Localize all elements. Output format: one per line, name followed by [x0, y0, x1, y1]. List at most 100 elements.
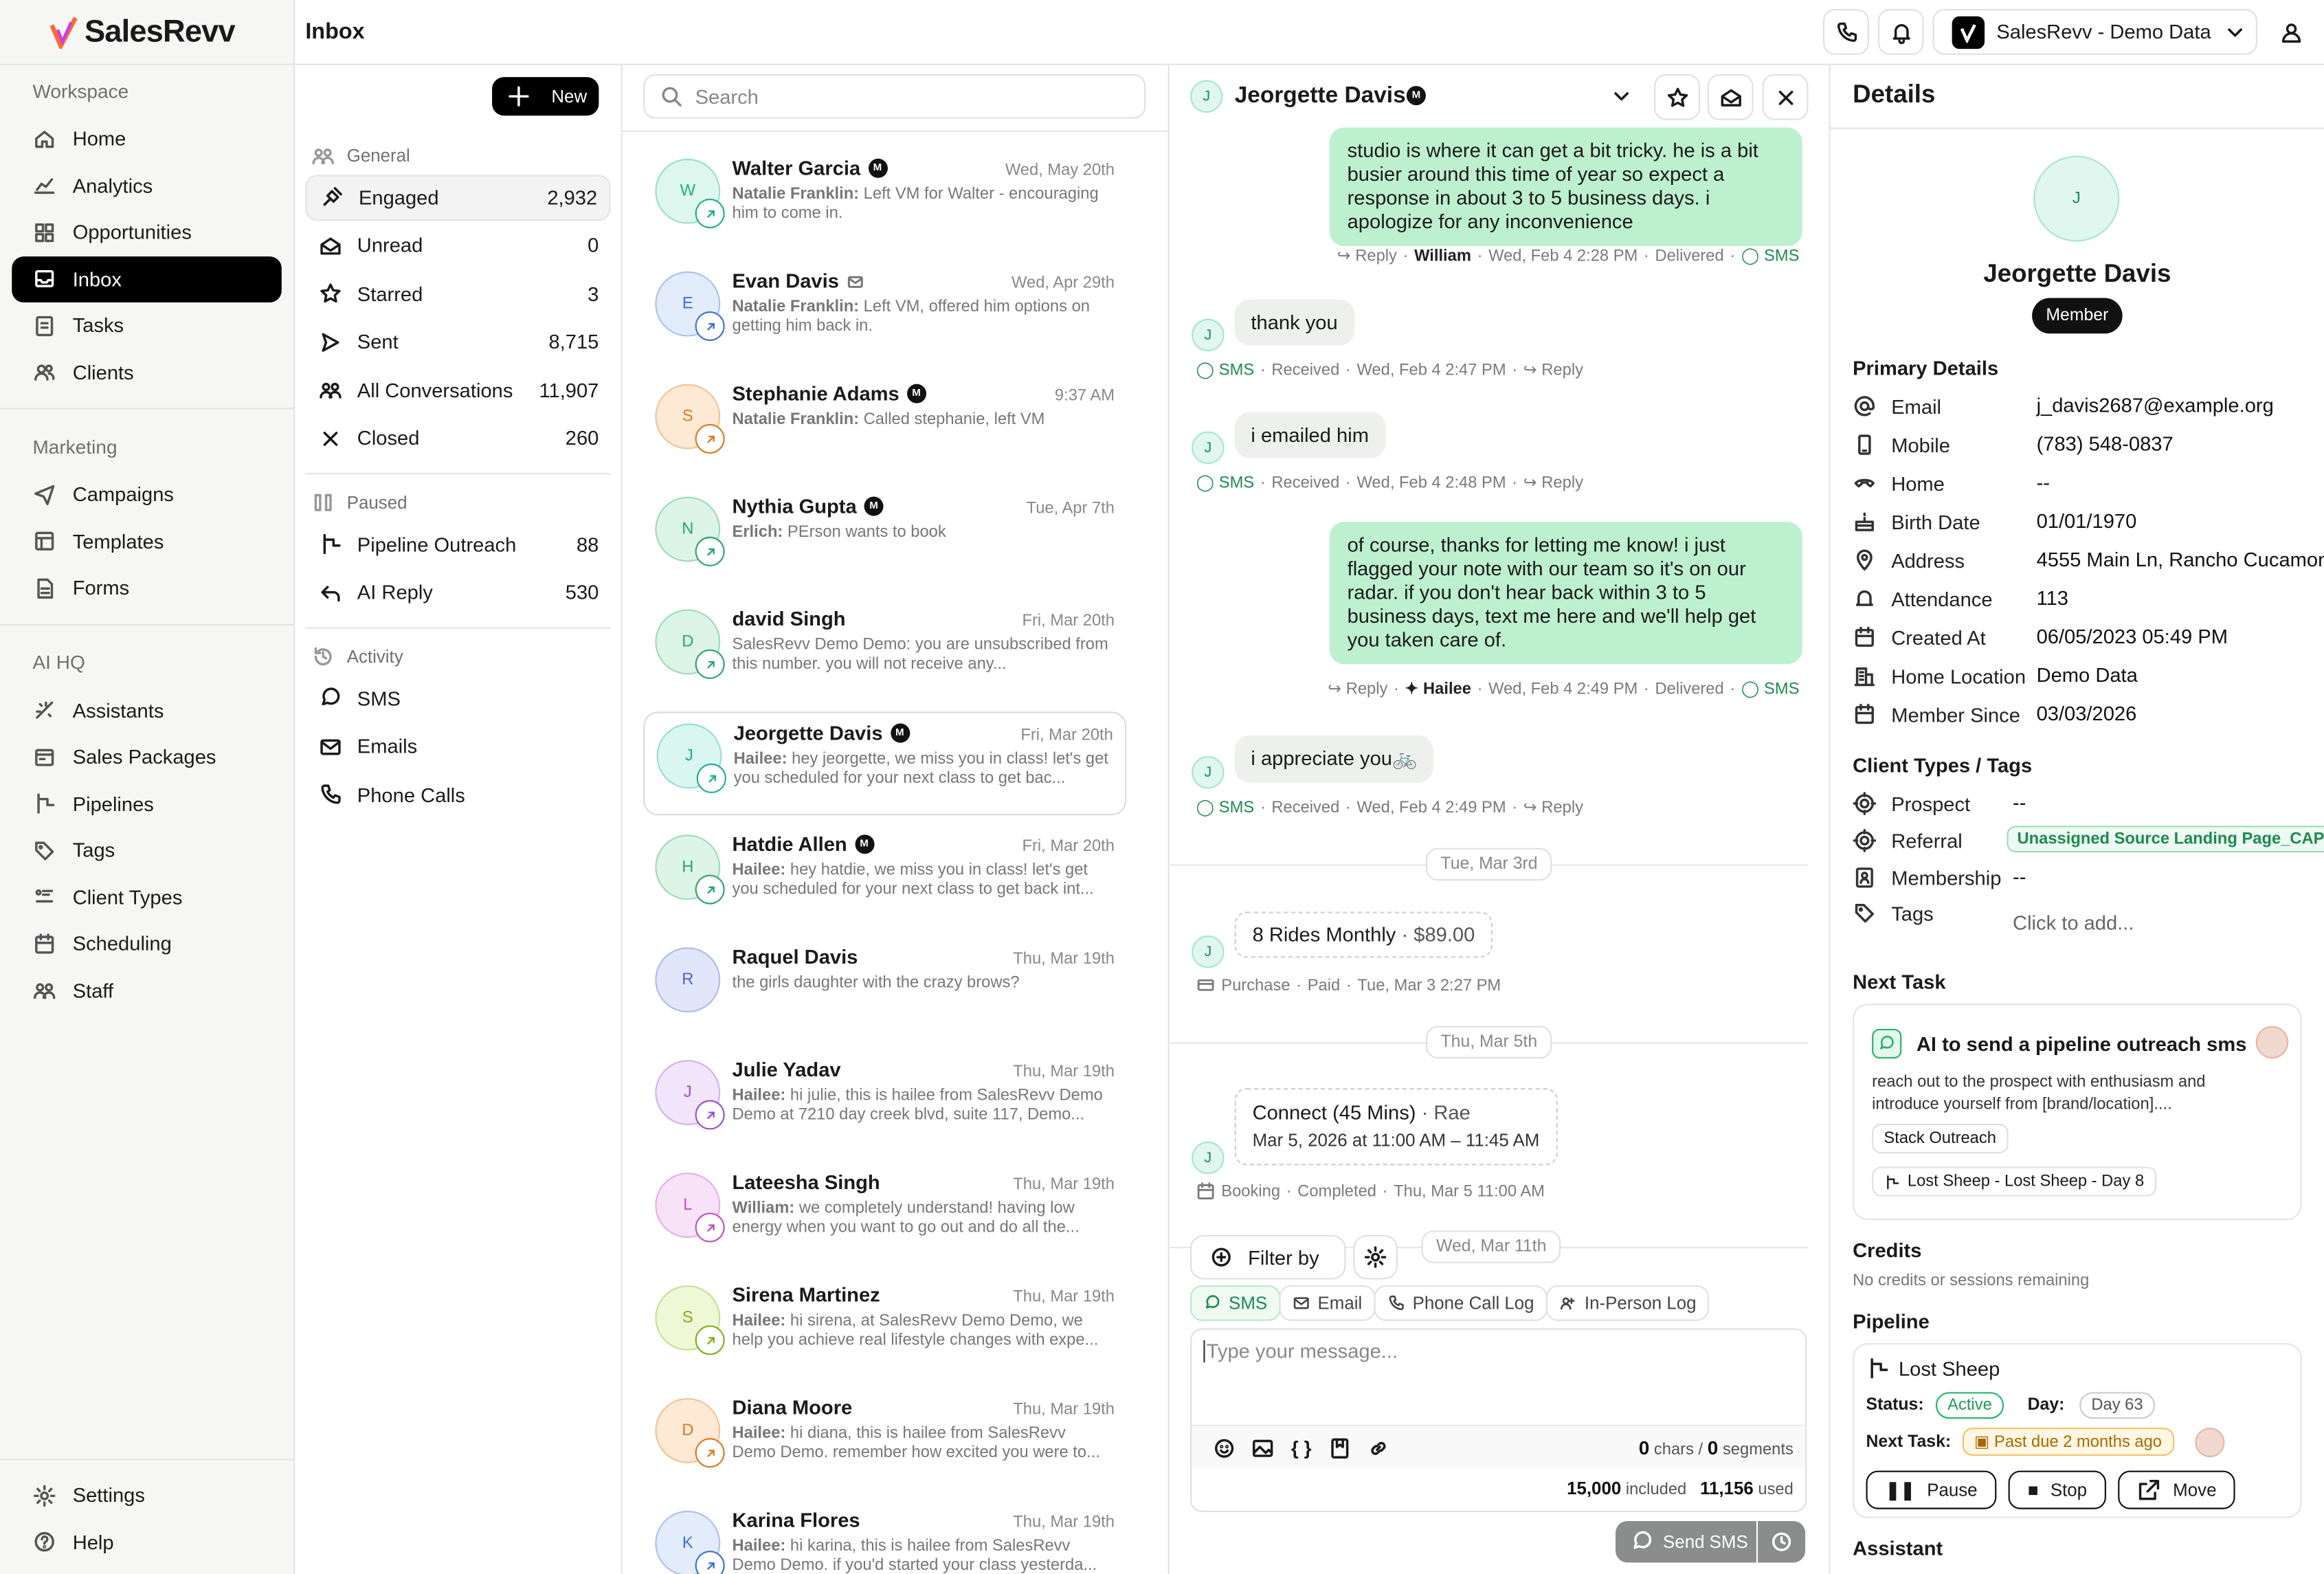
conversation-item[interactable]: J Jeorgette Davis M Fri, Mar 20th Hailee: he… — [643, 711, 1127, 816]
chat-icon — [1203, 1294, 1221, 1312]
tab-email[interactable]: Email — [1279, 1285, 1376, 1321]
sidebar-item-tags[interactable]: Tags — [12, 828, 282, 874]
close-button[interactable] — [1762, 74, 1809, 120]
phone-icon — [1387, 1294, 1405, 1312]
template-icon[interactable] — [1328, 1436, 1352, 1460]
star-button[interactable] — [1654, 74, 1700, 120]
gear-icon — [1363, 1245, 1387, 1270]
field-value[interactable]: Demo Data — [2037, 664, 2138, 686]
sidebar-item-opportunities[interactable]: Opportunities — [12, 209, 282, 256]
sidebar-item-staff[interactable]: Staff — [12, 967, 282, 1014]
card-icon — [1196, 975, 1216, 995]
field-value[interactable]: (783) 548-0837 — [2037, 433, 2174, 455]
conversation-item[interactable]: J Julie Yadav Thu, Mar 19th Hailee: hi juli… — [643, 1050, 1126, 1153]
conversation-name: Walter Garcia M — [733, 157, 887, 179]
sidebar-item-clients[interactable]: Clients — [12, 349, 282, 396]
type-value[interactable]: -- — [2013, 792, 2026, 814]
search-input[interactable]: Search — [643, 74, 1146, 119]
sidebar-item-inbox[interactable]: Inbox — [12, 256, 282, 303]
reply-link[interactable]: ↪ Reply — [1523, 797, 1583, 817]
sidebar-item-analytics[interactable]: Analytics — [12, 162, 282, 209]
section-title: Marketing — [32, 435, 118, 458]
reply-link[interactable]: ↪ Reply — [1328, 679, 1387, 698]
field-value[interactable]: 113 — [2037, 587, 2068, 609]
phone-button[interactable] — [1822, 8, 1869, 55]
reply-link[interactable]: ↪ Reply — [1523, 473, 1583, 492]
sidebar-item-pipelines[interactable]: Pipelines — [12, 781, 282, 828]
move-button[interactable]: Move — [2118, 1470, 2236, 1509]
tab-in-person-log[interactable]: In-Person Log — [1545, 1285, 1710, 1321]
conversation-item[interactable]: S Sirena Martinez Thu, Mar 19th Hailee: hi … — [643, 1275, 1126, 1379]
folder-engaged[interactable]: Engaged 2,932 — [305, 174, 611, 221]
sidebar-item-assistants[interactable]: Assistants — [12, 687, 282, 734]
pause-button[interactable]: ❚❚ Pause — [1866, 1470, 1997, 1509]
chevron-down-icon[interactable] — [1609, 85, 1633, 109]
notifications-button[interactable] — [1877, 8, 1924, 55]
conversation-item[interactable]: D Diana Moore Thu, Mar 19th Hailee: hi dian… — [643, 1388, 1126, 1492]
folder-unread[interactable]: Unread 0 — [305, 223, 610, 269]
send-sms-button[interactable]: Send SMS — [1616, 1520, 1756, 1563]
sidebar-item-sales-packages[interactable]: Sales Packages — [12, 734, 282, 781]
sidebar-item-help[interactable]: Help — [12, 1519, 283, 1566]
account-switcher[interactable]: SalesRevv - Demo Data — [1932, 8, 2257, 55]
conversation-item[interactable]: W Walter Garcia M Wed, May 20th Natalie Fran… — [643, 148, 1126, 252]
folder-closed[interactable]: Closed 260 — [305, 415, 610, 461]
link-icon[interactable] — [1367, 1436, 1391, 1460]
folder-sent[interactable]: Sent 8,715 — [305, 319, 610, 365]
sidebar-item-templates[interactable]: Templates — [12, 518, 282, 565]
emoji-icon[interactable] — [1212, 1436, 1236, 1460]
schedule-send-button[interactable] — [1758, 1520, 1806, 1563]
conversation-item[interactable]: K Karina Flores Thu, Mar 19th Hailee: hi ka… — [643, 1500, 1126, 1574]
mark-read-button[interactable] — [1707, 74, 1754, 120]
sidebar-item-settings[interactable]: Settings — [12, 1472, 283, 1519]
booking-card[interactable]: Connect (45 Mins) · Rae Mar 5, 2026 at 1… — [1234, 1088, 1558, 1166]
reply-link[interactable]: ↪ Reply — [1337, 246, 1397, 265]
pipeline-badge-icon — [695, 1551, 725, 1574]
type-value[interactable]: Click to add... — [2013, 911, 2134, 933]
tab-sms[interactable]: SMS — [1189, 1285, 1281, 1321]
conversation-item[interactable]: L Lateesha Singh Thu, Mar 19th William: we … — [643, 1162, 1126, 1266]
new-button[interactable]: New — [492, 77, 599, 116]
field-value[interactable]: j_davis2687@example.org — [2037, 395, 2274, 417]
conversation-item[interactable]: N Nythia Gupta M Tue, Apr 7th Erlich: PErson… — [643, 486, 1126, 590]
sidebar-item-campaigns[interactable]: Campaigns — [12, 472, 282, 518]
field-value[interactable]: 06/05/2023 05:49 PM — [2037, 625, 2228, 647]
folder-ai-reply[interactable]: AI Reply 530 — [305, 569, 610, 615]
profile-button[interactable] — [2268, 9, 2314, 55]
field-value[interactable]: 03/03/2026 — [2037, 702, 2137, 724]
reply-link[interactable]: ↪ Reply — [1523, 360, 1583, 379]
conversation-item[interactable]: R Raquel Davis Thu, Mar 19th the girls daug… — [643, 937, 1126, 1041]
folder-phone-calls[interactable]: Phone Calls — [305, 772, 610, 818]
message-input[interactable]: Type your message... — [1203, 1340, 1398, 1363]
image-icon[interactable] — [1251, 1436, 1275, 1460]
conversation-item[interactable]: H Hatdie Allen M Fri, Mar 20th Hailee: hey h… — [643, 824, 1126, 928]
sidebar-item-client-types[interactable]: Client Types — [12, 874, 282, 920]
folder-pipeline-outreach[interactable]: Pipeline Outreach 88 — [305, 521, 610, 567]
variable-icon[interactable]: { } — [1289, 1436, 1313, 1460]
folder-emails[interactable]: Emails — [305, 724, 610, 770]
stop-button[interactable]: ■ Stop — [2008, 1470, 2107, 1509]
sidebar-item-forms[interactable]: Forms — [12, 565, 282, 612]
referral-tag[interactable]: Unassigned Source Landing Page_CAPI — [2007, 825, 2324, 853]
field-value[interactable]: -- — [2037, 472, 2050, 494]
field-value[interactable]: 01/01/1970 — [2037, 510, 2137, 532]
folder-starred[interactable]: Starred 3 — [305, 271, 610, 317]
sidebar-item-tasks[interactable]: Tasks — [12, 302, 282, 349]
tab-phone-call-log[interactable]: Phone Call Log — [1374, 1285, 1548, 1321]
brand-logo[interactable]: SalesRevv — [0, 0, 294, 65]
folder-sms[interactable]: SMS — [305, 675, 610, 721]
field-value[interactable]: 4555 Main Ln, Rancho Cucamonga — [2037, 548, 2324, 570]
type-value[interactable]: -- — [2013, 866, 2026, 888]
task-card[interactable]: AI to send a pipeline outreach sms reach… — [1853, 1004, 2302, 1221]
filter-button[interactable]: Filter by — [1189, 1234, 1346, 1280]
sidebar-item-home[interactable]: Home — [12, 115, 282, 162]
folder-all-conversations[interactable]: All Conversations 11,907 — [305, 367, 610, 413]
divider — [1830, 127, 2324, 129]
conversation-item[interactable]: E Evan Davis Wed, Apr 29th Natalie Franklin… — [643, 261, 1126, 365]
people-icon — [1559, 1294, 1577, 1312]
settings-button[interactable] — [1353, 1234, 1398, 1280]
conversation-item[interactable]: Ddavid Singh Fri, Mar 20th SalesRevv Demo … — [643, 599, 1126, 702]
conversation-item[interactable]: S Stephanie Adams M 9:37 AM Natalie Franklin… — [643, 374, 1126, 478]
sidebar-item-scheduling[interactable]: Scheduling — [12, 920, 282, 967]
purchase-card[interactable]: 8 Rides Monthly · $89.00 — [1234, 911, 1493, 958]
